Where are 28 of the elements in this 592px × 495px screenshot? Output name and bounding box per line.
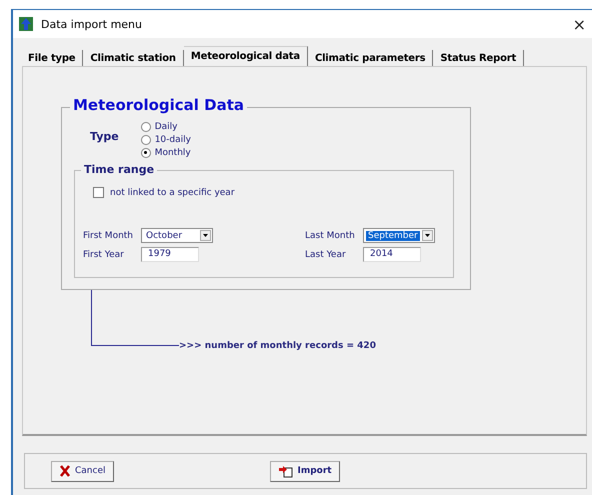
checkbox-label: not linked to a specific year [110,188,235,198]
type-label: Type [90,130,119,145]
checkbox[interactable] [93,187,104,198]
window-title: Data import menu [41,18,144,30]
month-dropdown[interactable]: September [363,228,435,243]
radio-label: Monthly [154,148,191,158]
radio-button[interactable] [140,122,151,132]
radio-label: Daily [154,122,178,132]
field-label: Last Month [305,230,356,240]
field-label: Last Year [305,250,347,260]
radio-button[interactable] [140,134,151,144]
field-label: First Month [83,230,134,240]
cancel-button[interactable]: Cancel [51,460,114,482]
radio-label: 10-daily [154,134,191,144]
tab[interactable]: Meteorological data [184,46,308,66]
group-title: Meteorological Data [70,96,248,114]
cross-icon [59,465,71,477]
field-label: First Year [83,250,125,260]
import-button[interactable]: Import [270,460,340,482]
result-text: >>> number of monthly records = 420 [179,341,376,351]
import-icon [278,464,294,478]
time-range-title: Time range [81,163,158,176]
month-dropdown[interactable]: October [141,228,213,243]
year-field[interactable]: 2014 [363,247,421,262]
app-icon [19,17,33,31]
radio-button[interactable] [140,148,151,158]
year-field[interactable]: 1979 [141,247,199,262]
close-button[interactable]: × [572,14,586,34]
